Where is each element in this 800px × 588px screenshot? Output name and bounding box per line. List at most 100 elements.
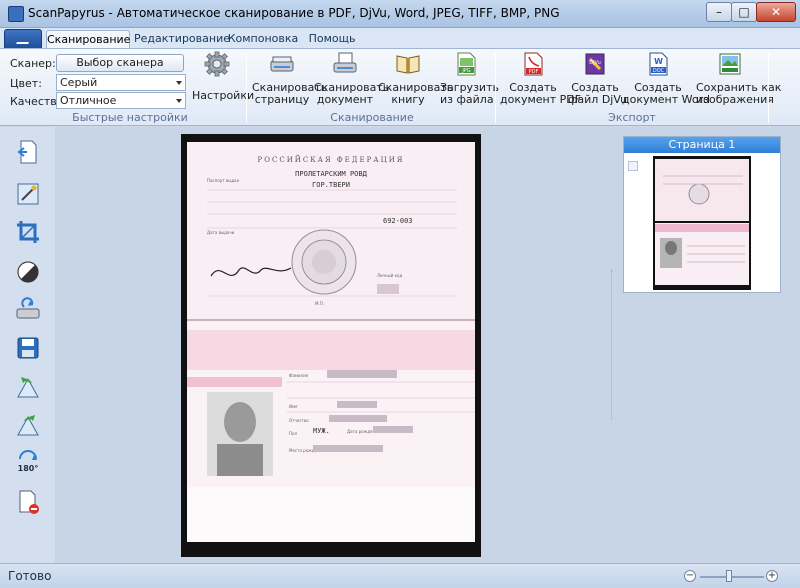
scan-book-label-2: книгу (391, 93, 425, 106)
tab-scanning[interactable]: Сканирование (46, 30, 130, 49)
tool-column: 180° (0, 127, 55, 563)
svg-text:DOC: DOC (653, 68, 665, 74)
insert-page-icon[interactable] (15, 139, 41, 165)
create-word-button[interactable]: W DOC Создать документ Word (622, 51, 710, 106)
create-pdf-button[interactable]: PDF Создать документ PDF (500, 51, 582, 106)
zoom-in-button[interactable]: + (766, 570, 778, 582)
zoom-out-button[interactable]: − (684, 570, 696, 582)
word-doc-icon: W DOC (649, 52, 668, 76)
create-pdf-label-2: документ PDF (500, 93, 582, 106)
svg-text:ГОР.ТВЕРИ: ГОР.ТВЕРИ (312, 181, 350, 189)
svg-text:Фамилия: Фамилия (289, 373, 309, 378)
save-images-label-2: изображения (696, 93, 774, 106)
delete-page-icon[interactable] (15, 489, 41, 515)
group-divider (246, 53, 247, 123)
create-djvu-button[interactable]: DjVu Создать файл DjVu (568, 51, 628, 106)
status-text: Готово (8, 569, 52, 583)
svg-text:Дата выдачи: Дата выдачи (207, 230, 235, 235)
status-bar: Готово − + (0, 563, 800, 588)
thumbnail-image (653, 156, 751, 290)
tab-layout[interactable]: Компоновка (224, 30, 302, 49)
export-caption: Экспорт (608, 111, 656, 124)
svg-text:W: W (654, 57, 663, 66)
tab-editing[interactable]: Редактирование (134, 30, 230, 49)
color-select-value: Серый (60, 76, 98, 89)
svg-text:Имя: Имя (289, 404, 298, 409)
book-icon (396, 55, 420, 74)
svg-text:JPG: JPG (461, 68, 470, 74)
group-divider (495, 53, 496, 123)
contrast-icon[interactable] (15, 259, 41, 285)
thumbnail-title: Страница 1 (624, 137, 780, 153)
settings-label: Настройки (192, 89, 255, 102)
ribbon-tabs: Сканирование Редактирование Компоновка П… (0, 28, 800, 49)
svg-text:ПРОЛЕТАРСКИМ РОВД: ПРОЛЕТАРСКИМ РОВД (295, 170, 367, 178)
quality-select-value: Отличное (60, 94, 117, 107)
minimize-button[interactable]: – (706, 2, 732, 22)
thumbnail-checkbox[interactable] (628, 161, 638, 171)
select-scanner-button[interactable]: Выбор сканера (56, 54, 184, 72)
create-word-label-2: документ Word (622, 93, 710, 106)
chevron-down-icon (176, 81, 182, 85)
quality-select[interactable]: Отличное (56, 92, 186, 109)
ribbon: Сканер: Выбор сканера Цвет: Серый Качест… (0, 48, 800, 126)
scanner-label: Сканер: (10, 57, 56, 70)
svg-text:Отчество: Отчество (289, 418, 309, 423)
color-select[interactable]: Серый (56, 74, 186, 91)
create-djvu-label-2: файл DjVu (568, 93, 628, 106)
svg-text:Личный код: Личный код (377, 273, 402, 278)
jpg-file-icon: JPG (457, 52, 476, 76)
passport-image: РОССИЙСКАЯ ФЕДЕРАЦИЯ ПРОЛЕТАРСКИМ РОВД Г… (187, 142, 475, 542)
gear-icon (204, 51, 230, 77)
scan-book-button[interactable]: Сканировать книгу (378, 51, 453, 106)
passport-scan: РОССИЙСКАЯ ФЕДЕРАЦИЯ ПРОЛЕТАРСКИМ РОВД Г… (187, 142, 475, 542)
svg-text:180°: 180° (18, 464, 39, 473)
svg-text:Пол: Пол (289, 431, 297, 436)
settings-button[interactable]: Настройки (192, 51, 255, 102)
rotate-right-icon[interactable] (15, 411, 41, 437)
scan-document-icon (333, 52, 357, 73)
svg-text:М.П.: М.П. (315, 301, 324, 306)
zoom-slider-thumb[interactable] (725, 570, 732, 582)
magic-wand-icon[interactable] (15, 181, 41, 207)
rotate-180-icon[interactable]: 180° (15, 449, 41, 475)
scanned-page-preview[interactable]: РОССИЙСКАЯ ФЕДЕРАЦИЯ ПРОЛЕТАРСКИМ РОВД Г… (181, 134, 481, 557)
color-label: Цвет: (10, 77, 42, 90)
application-menu-button[interactable] (4, 29, 42, 49)
title-bar: ScanPapyrus - Автоматическое сканировани… (0, 0, 800, 28)
load-from-file-button[interactable]: JPG Загрузить из файла (440, 51, 499, 106)
svg-text:DjVu: DjVu (589, 60, 601, 66)
chevron-down-icon (176, 99, 182, 103)
scanner-icon (270, 56, 294, 72)
pdf-icon: PDF (524, 52, 543, 76)
svg-text:PDF: PDF (529, 69, 539, 75)
scan-document-button[interactable]: Сканировать документ (314, 51, 389, 106)
scan-page-label-2: страницу (254, 93, 310, 106)
svg-text:РОССИЙСКАЯ ФЕДЕРАЦИЯ: РОССИЙСКАЯ ФЕДЕРАЦИЯ (258, 155, 405, 164)
window-title: ScanPapyrus - Автоматическое сканировани… (28, 6, 560, 20)
app-menu-icon (16, 34, 32, 44)
load-file-label-2: из файла (440, 93, 494, 106)
scan-page-button[interactable]: Сканировать страницу (252, 51, 327, 106)
app-logo-icon (8, 6, 24, 22)
save-icon[interactable] (15, 335, 41, 361)
svg-text:МУЖ.: МУЖ. (313, 427, 330, 435)
scanning-caption: Сканирование (330, 111, 414, 124)
svg-text:692-003: 692-003 (383, 217, 413, 225)
rescan-icon[interactable] (15, 295, 41, 321)
tab-help[interactable]: Помощь (306, 30, 358, 49)
image-export-icon (719, 53, 741, 75)
page-thumbnail[interactable]: Страница 1 (623, 136, 781, 293)
zoom-slider-track[interactable] (700, 576, 764, 578)
djvu-icon: DjVu (585, 53, 605, 75)
close-button[interactable]: ✕ (756, 2, 796, 22)
maximize-button[interactable]: □ (731, 2, 757, 22)
panel-splitter[interactable] (611, 270, 612, 420)
crop-icon[interactable] (15, 219, 41, 245)
rotate-left-icon[interactable] (15, 373, 41, 399)
scan-document-label-2: документ (316, 93, 374, 106)
quick-settings-caption: Быстрые настройки (72, 111, 188, 124)
save-as-images-button[interactable]: Сохранить как изображения (696, 51, 781, 106)
group-divider (768, 53, 769, 123)
svg-text:Паспорт выдан: Паспорт выдан (207, 178, 240, 183)
